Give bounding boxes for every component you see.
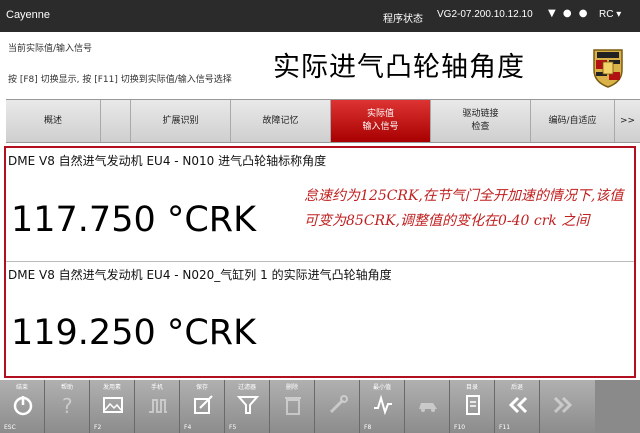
value-readout-2: 119.250 °CRK bbox=[11, 313, 257, 353]
tab-overview[interactable]: 概述 bbox=[6, 100, 101, 142]
delete-icon bbox=[285, 397, 301, 415]
image-button[interactable]: 发用素 F2 bbox=[90, 380, 135, 433]
tab-fault-memory[interactable]: 故障记忆 bbox=[231, 100, 331, 142]
values-panel: DME V8 自然进气发动机 EU4 - N010 进气凸轮轴标称角度 117.… bbox=[4, 146, 636, 378]
forward-button[interactable] bbox=[540, 380, 595, 433]
tab-coding-adaptation[interactable]: 编码/自适应 bbox=[531, 100, 615, 142]
back-icon bbox=[508, 396, 528, 414]
header-hint: 按 [F8] 切换显示, 按 [F11] 切换到实际值/输入信号选择 bbox=[8, 75, 232, 85]
tool-button[interactable] bbox=[315, 380, 360, 433]
navigation-tabs: 概述 扩展识别 故障记忆 实际值 输入信号 驱动链接 检查 编码/自适应 >> bbox=[6, 99, 640, 143]
help-button[interactable]: 帮助 ? bbox=[45, 380, 90, 433]
save-icon bbox=[194, 395, 213, 414]
program-status-label: 程序状态 bbox=[383, 14, 423, 25]
back-button[interactable]: 后退 F11 bbox=[495, 380, 540, 433]
document-button[interactable]: 目录 F10 bbox=[450, 380, 495, 433]
page-header: 当前实际值/输入信号 按 [F8] 切换显示, 按 [F11] 切换到实际值/输… bbox=[0, 32, 640, 98]
tool-icon bbox=[329, 395, 348, 414]
filter-icon bbox=[237, 396, 259, 414]
image-icon bbox=[103, 397, 123, 413]
help-icon: ? bbox=[62, 394, 73, 416]
pulse-icon bbox=[149, 399, 167, 413]
forward-icon bbox=[553, 396, 573, 414]
porsche-crest-icon bbox=[593, 49, 623, 88]
save-button[interactable]: 保存 F4 bbox=[180, 380, 225, 433]
graph-icon bbox=[374, 394, 392, 416]
system-status-icons: ▼ ● ● bbox=[548, 8, 590, 19]
pulse-button[interactable]: 手机 bbox=[135, 380, 180, 433]
power-icon bbox=[13, 396, 33, 416]
filter-button[interactable]: 过滤器 F5 bbox=[225, 380, 270, 433]
row-divider bbox=[6, 261, 634, 262]
page-title: 实际进气凸轮轴角度 bbox=[273, 52, 525, 83]
car-icon bbox=[419, 403, 437, 412]
value-row-title-1: DME V8 自然进气发动机 EU4 - N010 进气凸轮轴标称角度 bbox=[8, 154, 327, 168]
tab-more[interactable]: >> bbox=[615, 100, 640, 142]
value-readout-1: 117.750 °CRK bbox=[11, 200, 257, 240]
app-title: Cayenne bbox=[6, 9, 51, 21]
title-bar: Cayenne 程序状态 VG2-07.200.10.12.10 ▼ ● ● R… bbox=[0, 0, 640, 32]
document-icon bbox=[466, 395, 480, 415]
tab-spacer[interactable] bbox=[101, 100, 131, 142]
version-label: VG2-07.200.10.12.10 bbox=[437, 9, 533, 20]
function-key-bar: 结束 ESC 帮助 ? 发用素 F2 手机 保存 F4 过滤器 F5 删除 最小… bbox=[0, 380, 640, 433]
graph-toggle-button[interactable]: 最小值 F8 bbox=[360, 380, 405, 433]
tab-extended-identification[interactable]: 扩展识别 bbox=[131, 100, 231, 142]
header-subtitle: 当前实际值/输入信号 bbox=[8, 44, 93, 54]
car-button[interactable] bbox=[405, 380, 450, 433]
annotation-note: 怠速约为125CRK,在节气门全开加速的情况下,该值可变为85CRK,调整值的变… bbox=[304, 188, 624, 229]
delete-button[interactable]: 删除 bbox=[270, 380, 315, 433]
tab-drive-link-check[interactable]: 驱动链接 检查 bbox=[431, 100, 531, 142]
rc-menu-button[interactable]: RC ▾ bbox=[599, 9, 621, 20]
svg-text:?: ? bbox=[62, 394, 73, 416]
value-row-title-2: DME V8 自然进气发动机 EU4 - N020_气缸列 1 的实际进气凸轮轴… bbox=[8, 268, 392, 282]
esc-exit-button[interactable]: 结束 ESC bbox=[0, 380, 45, 433]
tab-actual-values[interactable]: 实际值 输入信号 bbox=[331, 100, 431, 142]
